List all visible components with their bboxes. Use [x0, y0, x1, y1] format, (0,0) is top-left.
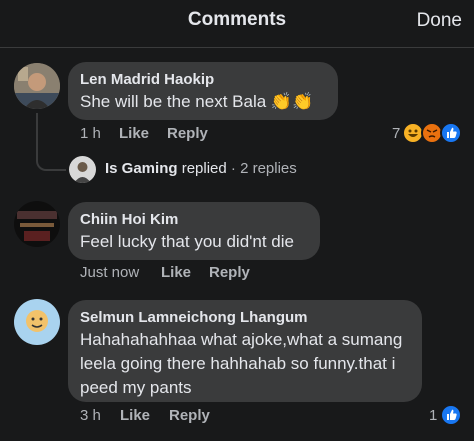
- comment-text-line: peed my pants: [80, 378, 192, 397]
- comment-text-content: She will be the next Bala: [80, 92, 267, 111]
- like-button[interactable]: Like: [161, 264, 191, 281]
- reply-author: Is Gaming: [105, 160, 178, 177]
- replies-summary[interactable]: Is Gaming replied · 2 replies: [105, 160, 297, 177]
- comment-bubble[interactable]: Selmun Lamneichong Lhangum Hahahahahhaa …: [68, 300, 422, 402]
- comments-header: Comments Done: [0, 0, 474, 46]
- like-reaction-icon: [440, 122, 462, 144]
- comment-author[interactable]: Chiin Hoi Kim: [80, 211, 178, 228]
- clapping-hands-icon: 👏👏: [270, 92, 314, 111]
- avatar[interactable]: [14, 63, 60, 109]
- reply-button[interactable]: Reply: [209, 264, 250, 281]
- avatar[interactable]: [14, 201, 60, 247]
- done-button[interactable]: Done: [417, 10, 462, 32]
- thread-connector: [36, 113, 66, 171]
- like-button[interactable]: Like: [119, 125, 149, 142]
- profile-photo-icon: [69, 156, 96, 183]
- reply-button[interactable]: Reply: [167, 125, 208, 142]
- reaction-count[interactable]: 7: [392, 125, 400, 142]
- comment-time: 1 h: [80, 125, 101, 142]
- comment-author[interactable]: Len Madrid Haokip: [80, 71, 214, 88]
- comment-time: 3 h: [80, 407, 101, 424]
- profile-photo-icon: [14, 201, 60, 247]
- comment-author[interactable]: Selmun Lamneichong Lhangum: [80, 309, 308, 326]
- like-reaction-icon: [440, 404, 462, 426]
- avatar[interactable]: [14, 299, 60, 345]
- reply-count: · 2 replies: [230, 160, 297, 177]
- comment-text: Feel lucky that you did'nt die: [80, 232, 294, 251]
- comment-bubble[interactable]: Len Madrid Haokip She will be the next B…: [68, 62, 338, 120]
- like-button[interactable]: Like: [120, 407, 150, 424]
- avatar[interactable]: [69, 156, 96, 183]
- header-divider: [0, 47, 474, 48]
- comment-text: Hahahahahhaa what ajoke,what a sumang le…: [80, 328, 420, 400]
- comment-time: Just now: [80, 264, 140, 281]
- profile-photo-icon: [14, 299, 60, 345]
- profile-photo-icon: [14, 63, 60, 109]
- comment-bubble[interactable]: Chiin Hoi Kim Feel lucky that you did'nt…: [68, 202, 320, 260]
- reaction-count[interactable]: 1: [429, 407, 437, 424]
- comment-text-line: Hahahahahhaa what ajoke,what a sumang: [80, 330, 403, 349]
- reply-action: replied: [181, 160, 227, 177]
- comment-text: She will be the next Bala 👏👏: [80, 90, 313, 114]
- page-title: Comments: [187, 9, 287, 30]
- comment-text-line: leela going there hahhahab so funny.that…: [80, 354, 396, 373]
- reply-button[interactable]: Reply: [169, 407, 210, 424]
